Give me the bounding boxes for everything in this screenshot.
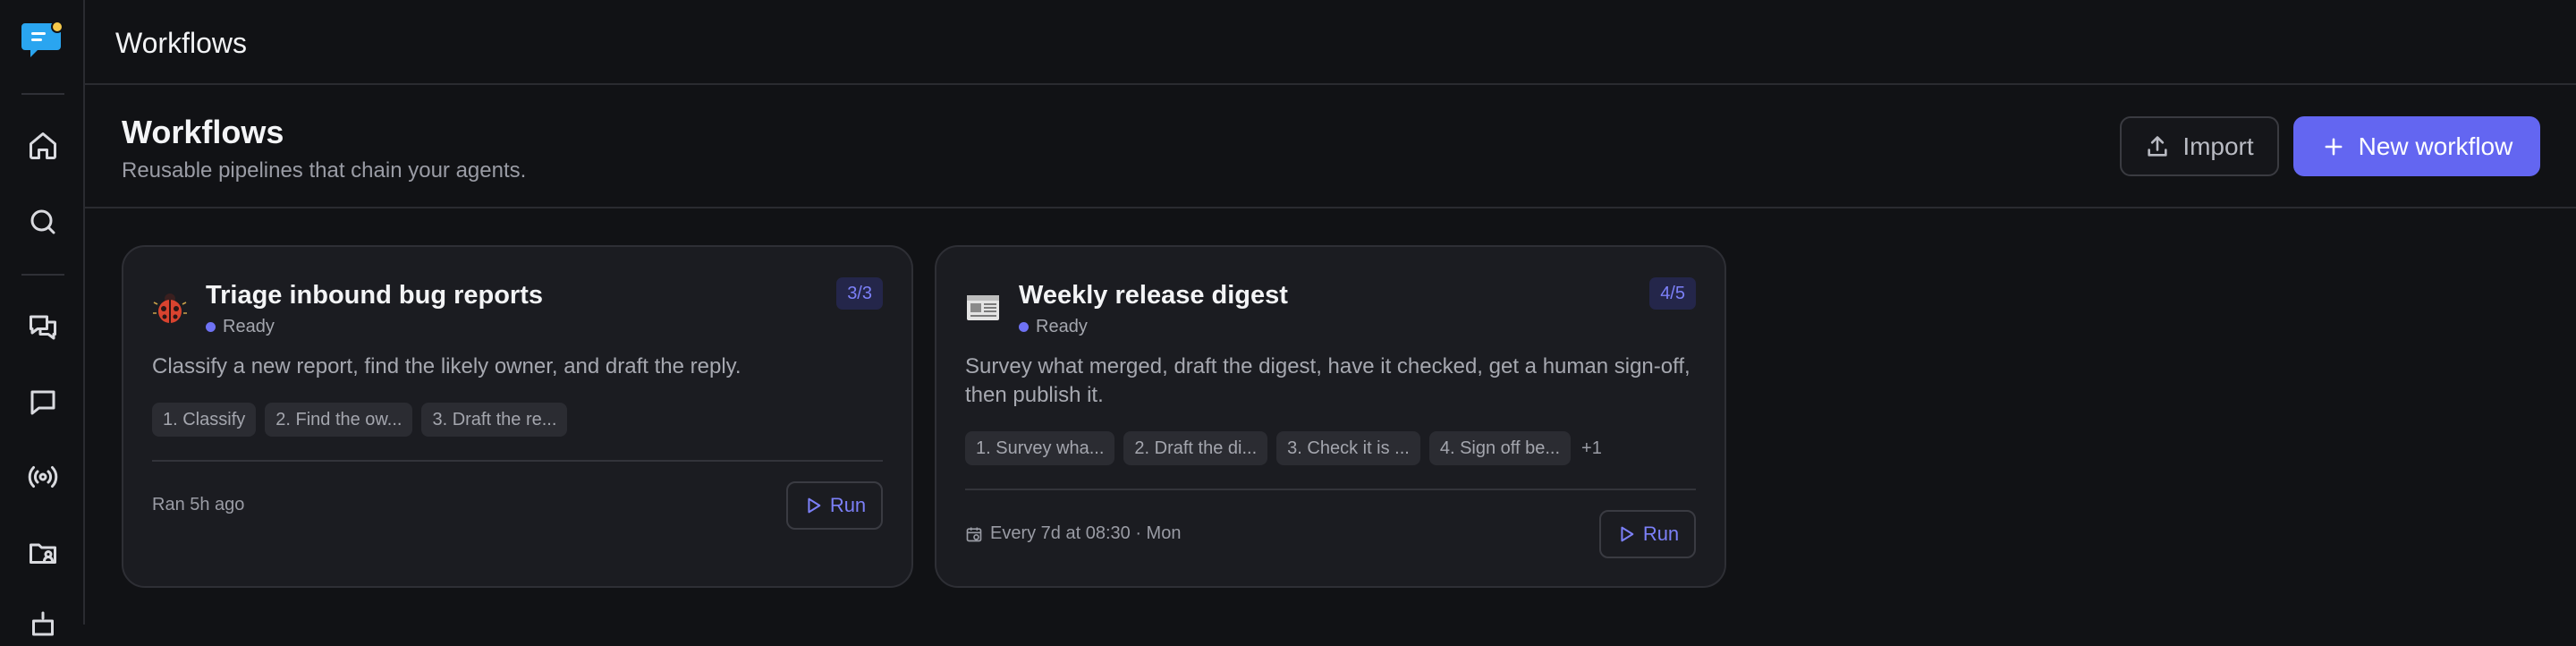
newspaper-icon xyxy=(965,290,1001,326)
upload-icon xyxy=(2148,135,2167,157)
conversations-icon[interactable] xyxy=(23,308,63,347)
schedule-label: Every 7d at 08:30 · Mon xyxy=(990,523,1182,543)
play-icon xyxy=(1621,526,1634,542)
broadcast-icon[interactable] xyxy=(23,457,63,497)
step-count-badge: 3/3 xyxy=(836,277,883,310)
play-icon xyxy=(808,497,821,514)
step-chips: 1. Survey wha... 2. Draft the di... 3. C… xyxy=(965,431,1602,465)
run-button-label: Run xyxy=(1642,523,1680,545)
run-button[interactable]: Run xyxy=(786,481,883,530)
chat-logo-icon[interactable] xyxy=(21,20,64,59)
search-icon[interactable] xyxy=(23,202,63,242)
page-subtitle: Reusable pipelines that chain your agent… xyxy=(122,158,527,183)
card-divider xyxy=(965,489,1696,490)
left-rail xyxy=(0,0,85,636)
run-button[interactable]: Run xyxy=(1599,510,1696,558)
card-divider xyxy=(152,460,883,462)
folder-user-icon[interactable] xyxy=(23,533,63,573)
more-steps-count: +1 xyxy=(1581,438,1602,458)
import-button-label: Import xyxy=(2182,132,2254,160)
workflow-card[interactable]: Triage inbound bug reports Ready 3/3 Cla… xyxy=(122,245,913,588)
ladybug-icon xyxy=(152,290,188,326)
last-run-text: Ran 5h ago xyxy=(152,495,244,515)
status-label: Ready xyxy=(1036,317,1088,336)
plus-icon xyxy=(2325,138,2343,155)
message-icon[interactable] xyxy=(23,383,63,422)
run-button-label: Run xyxy=(829,494,867,516)
step-chip: 1. Survey wha... xyxy=(965,431,1115,465)
status-badge: Ready xyxy=(206,317,275,337)
workflow-description: Classify a new report, find the likely o… xyxy=(152,354,741,378)
new-workflow-button-label: New workflow xyxy=(2358,132,2513,160)
status-dot xyxy=(1019,322,1029,332)
last-run-label: Ran 5h ago xyxy=(152,495,245,514)
step-chip: 3. Draft the re... xyxy=(421,403,568,437)
step-chip: 3. Check it is ... xyxy=(1276,431,1420,465)
top-bar: Workflows xyxy=(85,0,2576,85)
status-label: Ready xyxy=(223,317,275,336)
calendar-clock-icon xyxy=(966,527,982,541)
status-badge: Ready xyxy=(1019,317,1088,337)
step-chip: 1. Classify xyxy=(152,403,257,437)
step-chip: 2. Find the ow... xyxy=(265,403,413,437)
new-workflow-button[interactable]: New workflow xyxy=(2293,116,2540,176)
workflow-title: Weekly release digest xyxy=(1019,281,1288,310)
schedule-text: Every 7d at 08:30 · Mon xyxy=(965,523,1181,544)
topbar-title: Workflows xyxy=(115,27,247,59)
page-title: Workflows xyxy=(122,114,284,150)
step-chips: 1. Classify 2. Find the ow... 3. Draft t… xyxy=(152,403,568,437)
robot-icon[interactable] xyxy=(23,607,63,646)
workflow-card[interactable]: Weekly release digest Ready 4/5 Survey w… xyxy=(935,245,1726,588)
step-chip: 4. Sign off be... xyxy=(1428,431,1572,465)
import-button[interactable]: Import xyxy=(2120,116,2279,176)
status-dot xyxy=(206,322,216,332)
step-chip: 2. Draft the di... xyxy=(1123,431,1268,465)
home-icon[interactable] xyxy=(23,126,63,166)
workflow-title: Triage inbound bug reports xyxy=(206,281,543,310)
step-count-badge: 4/5 xyxy=(1649,277,1696,310)
workflow-description: Survey what merged, draft the digest, ha… xyxy=(965,354,1690,407)
